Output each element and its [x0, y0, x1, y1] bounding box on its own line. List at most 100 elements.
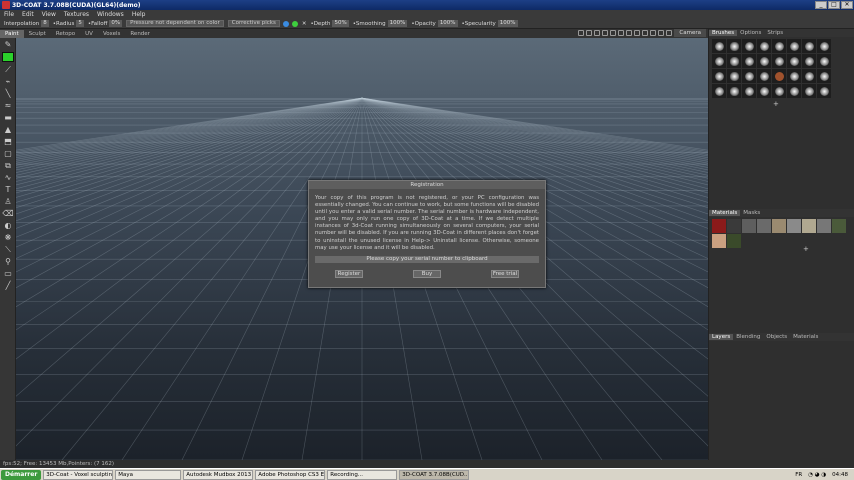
menu-help[interactable]: Help — [128, 11, 150, 18]
tab-sculpt[interactable]: Sculpt — [24, 30, 51, 38]
smudge-tool-icon[interactable]: ≈ — [2, 100, 14, 111]
tab-blending[interactable]: Blending — [733, 334, 763, 340]
tube-tool-icon[interactable]: ▬ — [2, 112, 14, 123]
brush-thumbnail[interactable] — [757, 54, 771, 68]
erase-tool-icon[interactable]: ⌫ — [2, 208, 14, 219]
pressure-select[interactable]: Pressure not dependent on color — [126, 20, 224, 27]
minimize-button[interactable]: _ — [815, 1, 827, 9]
brush-thumbnail[interactable] — [772, 54, 786, 68]
airbrush-tool-icon[interactable]: ⌁ — [2, 76, 14, 87]
register-button[interactable]: Register — [335, 269, 363, 278]
cross-icon[interactable]: ✕ — [302, 21, 307, 27]
brush-thumbnail[interactable] — [802, 69, 816, 83]
blur-tool-icon[interactable]: ◐ — [2, 220, 14, 231]
brush-thumbnail[interactable] — [787, 69, 801, 83]
falloff-value[interactable]: 0% — [109, 20, 123, 27]
pen-tool-icon[interactable]: ✎ — [2, 39, 14, 50]
zoom-icon[interactable] — [602, 30, 608, 36]
view-icon[interactable] — [658, 30, 664, 36]
brush-thumbnail[interactable] — [772, 84, 786, 98]
tab-strips[interactable]: Strips — [764, 30, 786, 36]
interpolation-value[interactable]: 8 — [41, 20, 49, 27]
brush-thumbnail[interactable] — [802, 39, 816, 53]
pan-icon[interactable] — [594, 30, 600, 36]
add-brush-icon[interactable]: + — [709, 100, 854, 108]
smoothing-option[interactable]: •Smoothing 100% — [353, 20, 408, 27]
tab-masks[interactable]: Masks — [740, 210, 763, 216]
depth-value[interactable]: 50% — [332, 20, 349, 27]
language-indicator[interactable]: FR — [795, 472, 802, 478]
brush-thumbnail[interactable] — [772, 39, 786, 53]
color-ball-icon[interactable] — [282, 20, 289, 27]
knife-tool-icon[interactable]: ⟍ — [2, 244, 14, 255]
tab-uv[interactable]: UV — [80, 30, 98, 38]
brush-thumbnail[interactable] — [802, 84, 816, 98]
copy-tool-icon[interactable]: ⧉ — [2, 160, 14, 171]
material-thumbnail[interactable] — [772, 219, 786, 233]
brush-thumbnail[interactable] — [727, 39, 741, 53]
brush-thumbnail[interactable] — [727, 84, 741, 98]
primary-color-swatch[interactable] — [2, 52, 14, 62]
rotate-icon[interactable] — [586, 30, 592, 36]
tab-voxels[interactable]: Voxels — [98, 30, 125, 38]
interpolation-option[interactable]: Interpolation 8 — [4, 20, 49, 27]
menu-windows[interactable]: Windows — [93, 11, 128, 18]
corrective-option[interactable]: Corrective picks — [227, 20, 280, 27]
stamp-tool-icon[interactable]: ⬒ — [2, 136, 14, 147]
tab-render[interactable]: Render — [125, 30, 155, 38]
tab-materials[interactable]: Materials — [709, 210, 741, 216]
curve-tool-icon[interactable]: ∿ — [2, 172, 14, 183]
brush-thumbnail[interactable] — [787, 84, 801, 98]
material-thumbnail[interactable] — [727, 234, 741, 248]
corrective-select[interactable]: Corrective picks — [227, 20, 280, 27]
symmetry-icon[interactable] — [642, 30, 648, 36]
rect-tool-icon[interactable]: ▢ — [2, 148, 14, 159]
brush-thumbnail[interactable] — [712, 69, 726, 83]
taskbar-item-browser[interactable]: 3D-Coat - Voxel sculptin... — [43, 469, 114, 480]
taskbar-item-recording[interactable]: Recording... — [327, 469, 398, 480]
capture-icon[interactable] — [666, 30, 672, 36]
pressure-option[interactable]: Pressure not dependent on color — [126, 20, 224, 27]
falloff-option[interactable]: •Falloff 0% — [88, 20, 123, 27]
brush-thumbnail[interactable] — [817, 69, 831, 83]
picker-tool-icon[interactable]: ⚲ — [2, 256, 14, 267]
brush-thumbnail[interactable] — [802, 54, 816, 68]
brush-thumbnail[interactable] — [787, 39, 801, 53]
tab-brushes[interactable]: Brushes — [709, 30, 738, 36]
brush-thumbnail[interactable] — [742, 84, 756, 98]
close-button[interactable]: ✕ — [841, 1, 853, 9]
brush-thumbnail[interactable] — [727, 69, 741, 83]
material-thumbnail[interactable] — [727, 219, 741, 233]
brush-thumbnail[interactable] — [772, 69, 786, 83]
opacity-option[interactable]: •Opacity 100% — [411, 20, 458, 27]
brush-thumbnail[interactable] — [742, 54, 756, 68]
taskbar-item-photoshop[interactable]: Adobe Photoshop CS3 E... — [255, 469, 326, 480]
free-trial-button[interactable]: Free trial — [491, 269, 519, 278]
fill-tool-icon[interactable]: ▲ — [2, 124, 14, 135]
menu-edit[interactable]: Edit — [18, 11, 38, 18]
taskbar-item-maya[interactable]: Maya — [115, 469, 182, 480]
tab-objects[interactable]: Objects — [763, 334, 790, 340]
material-thumbnail[interactable] — [802, 219, 816, 233]
maximize-button[interactable]: □ — [828, 1, 840, 9]
material-thumbnail[interactable] — [712, 234, 726, 248]
text-tool-icon[interactable]: T — [2, 184, 14, 195]
pattern-tool-icon[interactable]: ❋ — [2, 232, 14, 243]
brush-thumbnail[interactable] — [757, 39, 771, 53]
material-thumbnail[interactable] — [817, 219, 831, 233]
brush-thumbnail[interactable] — [817, 39, 831, 53]
brush-thumbnail[interactable] — [757, 69, 771, 83]
smoothing-value[interactable]: 100% — [387, 20, 408, 27]
stroke-tool-icon[interactable]: ╱ — [2, 280, 14, 291]
material-thumbnail[interactable] — [742, 219, 756, 233]
perspective-icon[interactable] — [626, 30, 632, 36]
tab-retopo[interactable]: Retopo — [51, 30, 80, 38]
brush-tool-icon[interactable]: ⟋ — [2, 64, 14, 75]
brush-thumbnail[interactable] — [727, 54, 741, 68]
copy-serial-button[interactable]: Please copy your serial number to clipbo… — [315, 255, 539, 263]
material-thumbnail[interactable] — [832, 219, 846, 233]
grid-icon[interactable] — [618, 30, 624, 36]
brush-thumbnail[interactable] — [712, 54, 726, 68]
fit-icon[interactable] — [610, 30, 616, 36]
camera-button[interactable]: Camera — [674, 29, 706, 37]
